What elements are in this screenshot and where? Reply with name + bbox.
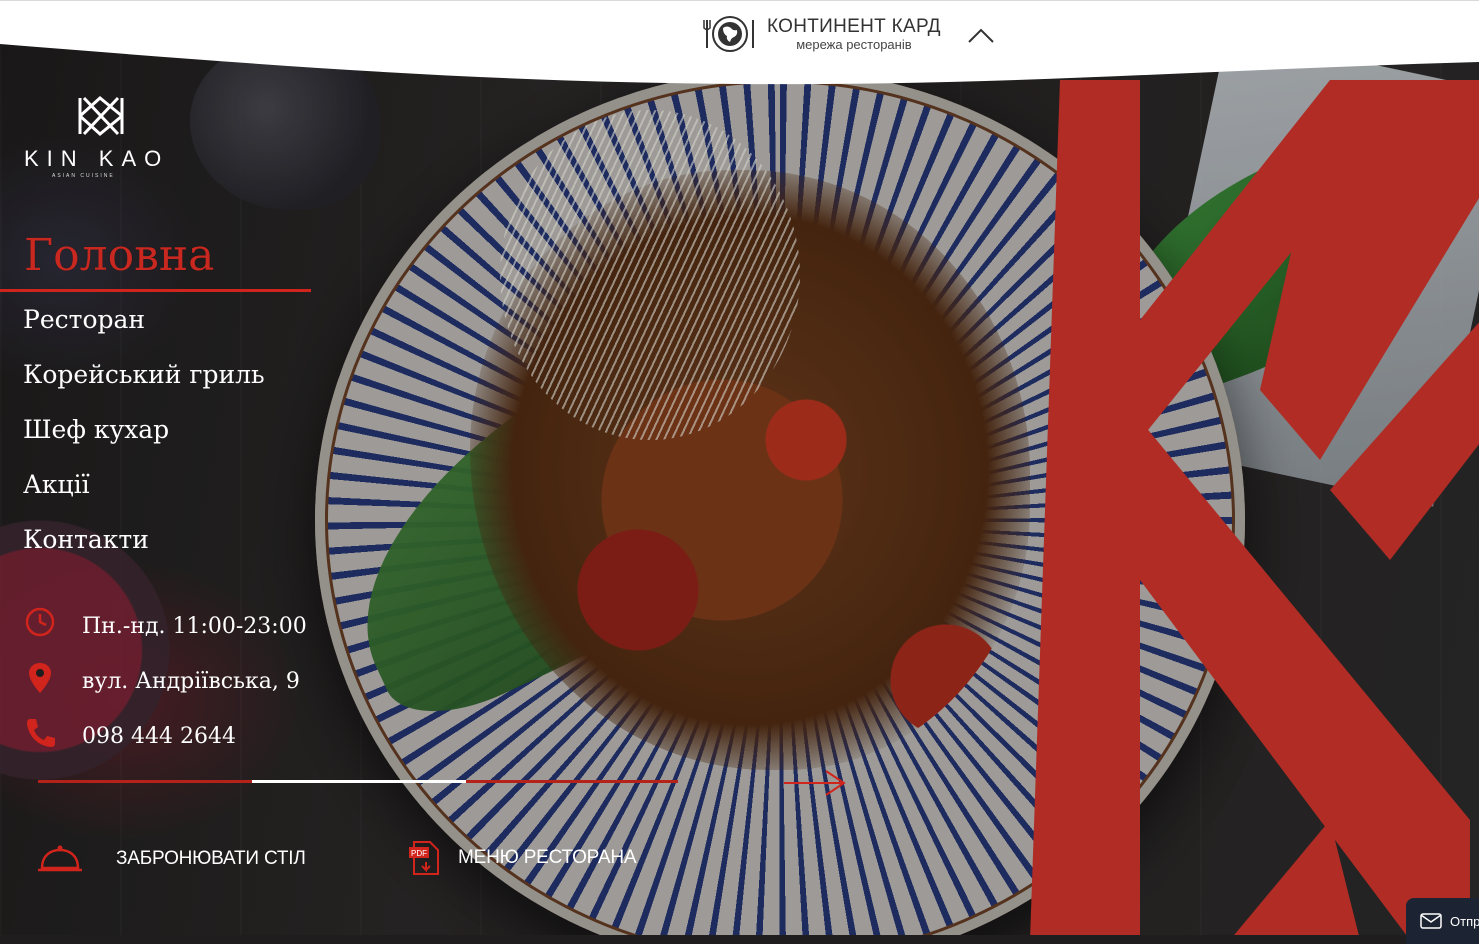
logo-wordmark: KIN KAO (24, 146, 170, 171)
cloche-icon (38, 845, 82, 872)
opening-hours: Пн.-нд. 11:00-23:00 (24, 606, 307, 640)
menu-button[interactable]: PDF МЕНЮ РЕСТОРАНА (408, 840, 637, 876)
slide-indicator-2-active[interactable] (252, 780, 466, 783)
arrow-right-icon[interactable] (782, 768, 848, 798)
slide-indicator-3[interactable] (466, 780, 678, 783)
book-table-button[interactable]: ЗАБРОНЮВАТИ СТІЛ (38, 844, 306, 874)
chevron-up-icon[interactable] (966, 24, 996, 46)
chat-widget-button[interactable]: Отпр (1406, 898, 1479, 944)
nav-item-chef[interactable]: Шеф кухар (23, 415, 169, 444)
nav-item-korean-grill[interactable]: Корейський гриль (23, 360, 265, 389)
pdf-file-icon: PDF (409, 841, 439, 875)
book-table-label: ЗАБРОНЮВАТИ СТІЛ (116, 848, 306, 869)
chat-widget-label: Отпр (1450, 913, 1479, 929)
nav-item-promotions[interactable]: Акції (23, 470, 90, 499)
phone-number[interactable]: 098 444 2644 (82, 724, 236, 749)
address-text: вул. Андріївська, 9 (82, 669, 300, 694)
pdf-badge: PDF (411, 849, 427, 858)
map-pin-icon (29, 663, 51, 693)
network-brand-title: КОНТИНЕНТ КАРД (767, 16, 941, 37)
nav-item-contacts[interactable]: Контакти (23, 525, 149, 554)
address: вул. Андріївська, 9 (24, 661, 300, 695)
envelope-icon (1420, 913, 1442, 929)
nav-active-underline (0, 289, 311, 292)
nav-item-home-active[interactable]: Головна (24, 230, 214, 281)
clock-icon (25, 607, 55, 637)
phone-icon (27, 719, 55, 747)
menu-label: МЕНЮ РЕСТОРАНА (458, 847, 637, 868)
network-brand-subtitle: мережа ресторанів (796, 37, 912, 52)
opening-hours-text: Пн.-нд. 11:00-23:00 (82, 614, 307, 639)
phone[interactable]: 098 444 2644 (24, 716, 236, 750)
hero-background (0, 0, 1479, 935)
network-topbar: КОНТИНЕНТ КАРД мережа ресторанів (0, 0, 1479, 85)
network-brand[interactable]: КОНТИНЕНТ КАРД мережа ресторанів (703, 14, 941, 54)
slide-indicator-1[interactable] (38, 780, 252, 783)
globe-plate-icon (703, 16, 754, 52)
nav-item-restaurant[interactable]: Ресторан (23, 305, 145, 334)
slider-progress (38, 780, 678, 784)
logo-tagline: ASIAN CUISINE (52, 173, 115, 179)
